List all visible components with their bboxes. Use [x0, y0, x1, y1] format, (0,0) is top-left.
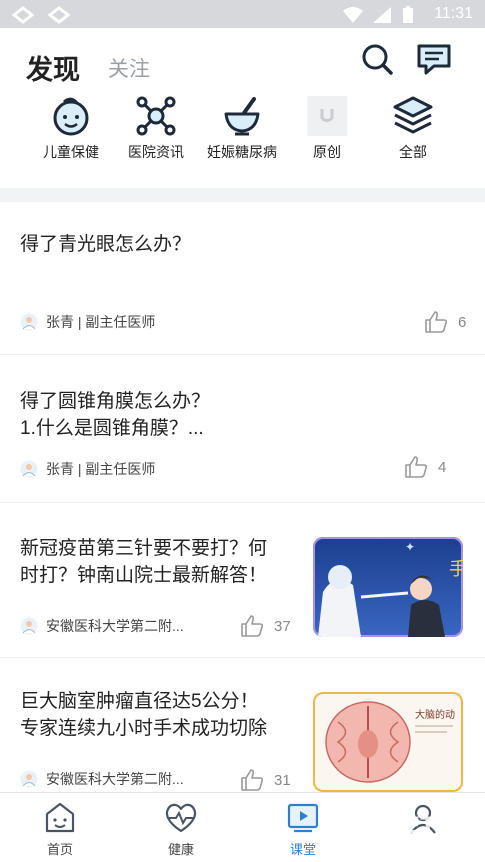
article-card[interactable]: 得了青光眼怎么办？ 张青 | 副主任医师 6 — [0, 202, 485, 355]
title-line: 1.什么是圆锥角膜？... — [20, 418, 204, 439]
article-card[interactable]: 巨大脑室肿瘤直径达5公分！ 专家连续九小时手术成功切除 安徽医科大学第二附...… — [0, 658, 485, 792]
category-label: 儿童保健 — [43, 144, 99, 160]
article-author: 张青 | 副主任医师 — [20, 312, 155, 332]
article-author: 安徽医科大学第二附... — [20, 769, 184, 789]
like-button[interactable]: 6 — [424, 310, 466, 334]
article-feed[interactable]: 得了青光眼怎么办？ 张青 | 副主任医师 6 得了圆锥角膜怎么办？ 1.什么是圆… — [0, 202, 485, 792]
thumbs-up-icon — [405, 456, 428, 478]
category-label: 妊娠糖尿病 — [207, 144, 277, 160]
category-child-health[interactable]: 儿童保健 — [23, 92, 119, 182]
heart-pulse-icon — [165, 803, 197, 833]
like-button[interactable]: 4 — [404, 455, 446, 479]
search-icon[interactable] — [358, 40, 398, 80]
baby-face-icon — [53, 97, 89, 136]
thumbs-up-icon — [241, 615, 264, 637]
like-count: 4 — [438, 458, 447, 476]
like-count: 6 — [458, 313, 467, 331]
nav-home[interactable]: 首页 — [15, 801, 105, 858]
svg-text:大脑的动: 大脑的动 — [415, 708, 455, 721]
doctor-avatar-icon — [20, 460, 38, 478]
like-button[interactable]: 37 — [240, 614, 291, 638]
tab-discover[interactable]: 发现 — [26, 48, 80, 87]
title-line: 新冠疫苗第三针要不要打？何 — [20, 538, 268, 559]
like-count: 37 — [274, 617, 291, 635]
title-line: 得了圆锥角膜怎么办？ — [20, 391, 211, 412]
article-author: 安徽医科大学第二附... — [20, 616, 184, 636]
article-card[interactable]: 得了圆锥角膜怎么办？ 1.什么是圆锥角膜？... 张青 | 副主任医师 4 — [0, 355, 485, 503]
clock: 11:31 — [434, 5, 473, 22]
doctor-avatar-icon — [20, 313, 38, 331]
signal-icon — [373, 7, 391, 23]
like-button[interactable]: 31 — [240, 768, 291, 792]
doctor-avatar-icon — [20, 770, 38, 788]
nav-label: 健康 — [167, 842, 194, 857]
category-label: 医院资讯 — [128, 144, 184, 160]
thumbs-up-icon — [425, 311, 448, 333]
app-notification-icon — [48, 6, 70, 24]
battery-icon — [403, 6, 413, 23]
title-line: 时打？钟南山院士最新解答！ — [20, 565, 268, 586]
svg-text:✦: ✦ — [405, 540, 415, 554]
video-play-icon — [287, 803, 319, 833]
category-original[interactable]: 原创 — [279, 92, 375, 182]
vaccine-article-thumbnail: ✦ 手 — [313, 537, 463, 637]
like-count: 31 — [274, 771, 291, 789]
status-bar: 11:31 — [0, 0, 485, 28]
nav-label: 首页 — [46, 842, 73, 857]
category-all[interactable]: 全部 — [365, 92, 461, 182]
network-icon — [136, 96, 176, 136]
article-title: 新冠疫苗第三针要不要打？何 时打？钟南山院士最新解答！ — [20, 535, 267, 589]
article-title: 得了青光眼怎么办？ — [20, 234, 192, 255]
article-author: 张青 | 副主任医师 — [20, 459, 155, 479]
mortar-icon — [224, 97, 260, 136]
nav-health[interactable]: 健康 — [136, 801, 226, 858]
original-icon — [307, 96, 347, 136]
svg-text:手: 手 — [449, 559, 463, 580]
message-icon[interactable] — [414, 40, 454, 80]
category-label: 全部 — [399, 144, 427, 160]
layers-icon — [393, 96, 433, 134]
category-hospital-news[interactable]: 医院资讯 — [108, 92, 204, 182]
home-face-icon — [45, 802, 75, 833]
tab-follow[interactable]: 关注 — [108, 53, 150, 83]
author-name: 安徽医科大学第二附... — [46, 771, 184, 787]
category-label: 原创 — [313, 144, 341, 160]
wifi-icon — [343, 7, 363, 23]
article-title: 巨大脑室肿瘤直径达5公分！ 专家连续九小时手术成功切除 — [20, 688, 267, 742]
category-gestational-diabetes[interactable]: 妊娠糖尿病 — [194, 92, 290, 182]
title-line: 巨大脑室肿瘤直径达5公分！ — [20, 691, 259, 712]
title-line: 专家连续九小时手术成功切除 — [20, 718, 268, 739]
thumbs-up-icon — [241, 769, 264, 791]
article-title: 得了圆锥角膜怎么办？ 1.什么是圆锥角膜？... — [20, 388, 210, 442]
doctor-avatar-icon — [20, 617, 38, 635]
article-card[interactable]: 新冠疫苗第三针要不要打？何 时打？钟南山院士最新解答！ 安徽医科大学第二附...… — [0, 503, 485, 658]
category-grid: 儿童保健 医院资讯 妊娠糖尿病 原创 全部 — [0, 92, 485, 182]
watermark-brand: 962.NET — [332, 814, 436, 839]
app-notification-icon — [12, 6, 34, 24]
header: 发现 关注 儿童保健 医院资讯 妊娠糖尿病 原创 全部 — [0, 28, 485, 188]
author-name: 张青 | 副主任医师 — [46, 314, 156, 330]
watermark-sub: 乐游网 — [442, 822, 479, 836]
brain-article-thumbnail: 大脑的动 — [313, 692, 463, 792]
author-name: 张青 | 副主任医师 — [46, 461, 156, 477]
author-name: 安徽医科大学第二附... — [46, 618, 184, 634]
watermark: 962.NET 乐游网 — [333, 814, 479, 839]
nav-label: 课堂 — [289, 842, 316, 857]
